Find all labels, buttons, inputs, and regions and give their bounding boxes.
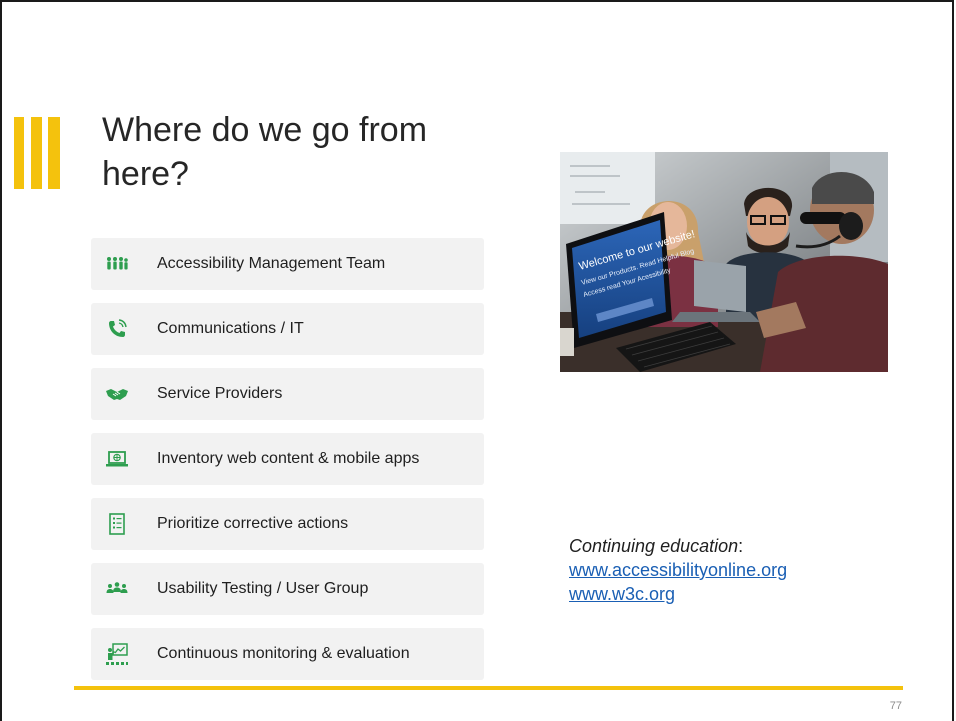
list-item-inventory-web-content: Inventory web content & mobile apps: [91, 433, 484, 485]
user-group-icon: [105, 577, 129, 601]
slide: Where do we go from here? Accessibility …: [0, 0, 954, 721]
presenter-icon: [105, 642, 129, 666]
list-item-prioritize-actions: Prioritize corrective actions: [91, 498, 484, 550]
accessibility-testing-photo: Welcome to our website! View our Product…: [560, 152, 888, 372]
phone-icon: [105, 317, 129, 341]
w3c-link[interactable]: www.w3c.org: [569, 582, 787, 606]
title-accent-bars: [14, 117, 60, 189]
continuing-education: Continuing education: www.accessibilityo…: [569, 534, 787, 606]
list-item-label: Service Providers: [157, 385, 283, 402]
list-item-continuous-monitoring: Continuous monitoring & evaluation: [91, 628, 484, 680]
list-item-usability-testing: Usability Testing / User Group: [91, 563, 484, 615]
handshake-icon: [105, 382, 129, 406]
list-item-label: Prioritize corrective actions: [157, 515, 349, 532]
list-item-label: Accessibility Management Team: [157, 255, 386, 272]
team-icon: [105, 252, 129, 276]
list-item-label: Continuous monitoring & evaluation: [157, 645, 410, 662]
footer-divider: [74, 686, 903, 690]
list-item-label: Inventory web content & mobile apps: [157, 450, 420, 467]
accessibilityonline-link[interactable]: www.accessibilityonline.org: [569, 558, 787, 582]
slide-title: Where do we go from here?: [102, 111, 428, 193]
list-item-label: Usability Testing / User Group: [157, 580, 369, 597]
list-item-accessibility-team: Accessibility Management Team: [91, 238, 484, 290]
laptop-globe-icon: [105, 447, 129, 471]
list-item-label: Communications / IT: [157, 320, 304, 337]
continuing-education-heading: Continuing education:: [569, 536, 744, 556]
page-number: 77: [889, 700, 902, 712]
list-item-service-providers: Service Providers: [91, 368, 484, 420]
checklist-icon: [105, 512, 129, 536]
list-item-communications: Communications / IT: [91, 303, 484, 355]
